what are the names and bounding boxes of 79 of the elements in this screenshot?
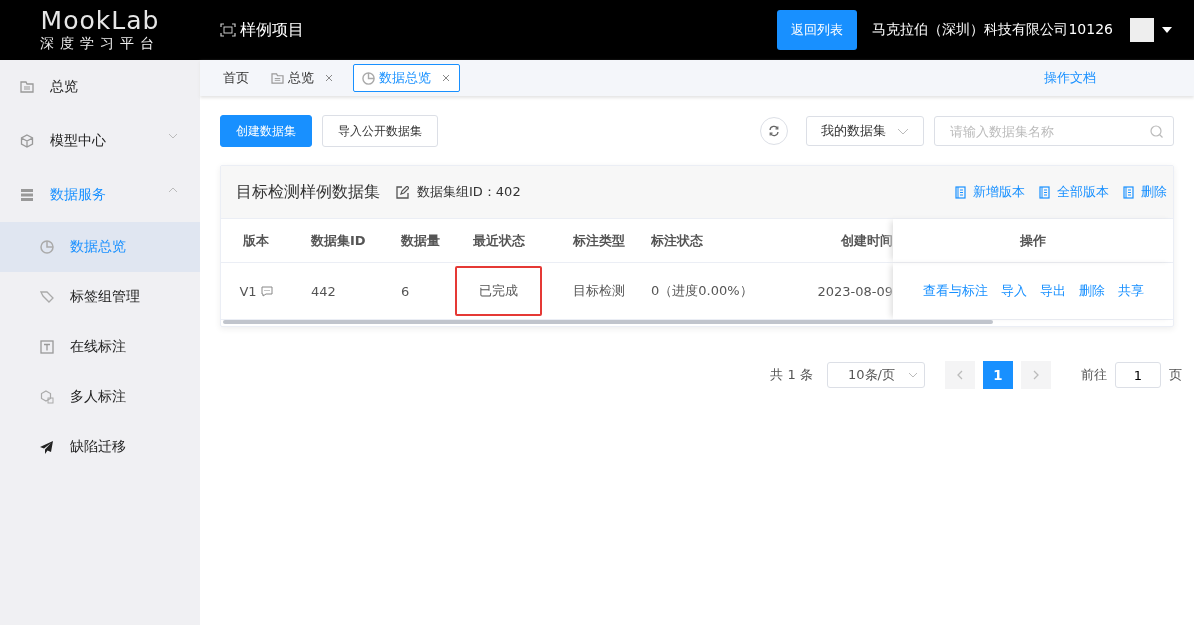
caret-icon[interactable] [1162,27,1172,33]
menu-item[interactable]: 数据服务 [0,168,200,222]
folder-icon [20,81,34,93]
import-dataset-button[interactable]: 导入公开数据集 [322,115,438,147]
table-cell: V1 [239,283,257,299]
pie-chart-icon [40,240,54,254]
project-title: 样例项目 [240,19,304,41]
page-tab[interactable]: 首页 [222,64,258,92]
page-number-button[interactable]: 1 [983,361,1013,389]
close-icon[interactable] [326,75,332,81]
text-box-icon [40,340,54,354]
document-icon [1123,185,1134,199]
column-header: 标注类型 [571,231,626,250]
table-cell: 目标检测 [572,282,625,300]
header-action-link[interactable]: 新增版本 [955,183,1025,201]
row-action-link[interactable]: 查看与标注 [922,282,988,300]
chevron-down-icon [897,127,909,135]
column-header: 数据集ID [310,231,367,250]
refresh-icon [768,125,780,137]
menu-item[interactable]: 总览 [0,60,200,114]
paper-plane-icon [40,440,54,454]
goto-page-field[interactable]: 1 [1115,362,1161,388]
menu-item[interactable]: 模型中心 [0,114,200,168]
header-action-link[interactable]: 删除 [1123,183,1167,201]
row-action-link[interactable]: 导出 [1039,282,1066,300]
docs-link[interactable]: 操作文档 [1044,69,1096,87]
edit-icon[interactable] [396,185,409,199]
search-icon [1150,125,1163,138]
submenu-item[interactable]: 数据总览 [0,222,200,272]
column-header: 操作 [893,219,1173,262]
submenu-item[interactable]: 缺陷迁移 [0,422,200,472]
pie-chart-icon [362,71,375,85]
logo-text: MookLab [40,7,160,35]
submenu-item[interactable]: 多人标注 [0,372,200,422]
page-suffix: 页 [1169,366,1182,384]
table-cell: 2023-08-09 [817,283,893,299]
scrollbar-thumb[interactable] [223,320,993,324]
page-tab[interactable]: 总览 [270,64,341,92]
close-icon[interactable] [443,75,449,81]
column-header: 创建时间 [840,231,893,250]
table-cell: 0（进度0.00%） [651,282,753,300]
column-header: 版本 [242,231,270,250]
dataset-filter-select[interactable]: 我的数据集 [806,116,924,146]
row-action-link[interactable]: 导入 [1000,282,1027,300]
list-icon [20,188,34,202]
logo-subtitle: 深度学习平台 [40,35,160,53]
dataset-title: 目标检测样例数据集 [236,181,380,203]
column-header: 标注状态 [651,231,704,250]
chevron-down-icon [908,372,918,378]
table-cell: 6 [401,283,410,299]
cube-icon [20,134,34,148]
submenu-item[interactable]: 在线标注 [0,322,200,372]
chevron-right-icon [1033,370,1039,380]
folder-icon [271,72,284,84]
search-field[interactable]: 请输入数据集名称 [934,116,1174,146]
page-tab[interactable]: 数据总览 [353,64,460,92]
row-action-link[interactable]: 删除 [1078,282,1105,300]
column-header: 数据量 [400,231,441,250]
chevron-left-icon [957,370,963,380]
document-icon [955,185,966,199]
ai-chip-icon [220,23,236,37]
header-action-link[interactable]: 全部版本 [1039,183,1109,201]
cubes-icon [40,390,54,404]
page-size-select[interactable]: 10条/页 [827,362,925,388]
total-count: 共 1 条 [770,366,813,384]
refresh-button[interactable] [760,117,788,145]
goto-label: 前往 [1081,366,1107,384]
submenu-item[interactable]: 标签组管理 [0,272,200,322]
row-action-link[interactable]: 共享 [1117,282,1144,300]
tag-icon [40,291,54,303]
back-to-list-button[interactable]: 返回列表 [777,10,858,50]
create-dataset-button[interactable]: 创建数据集 [220,115,312,147]
dataset-group-id: 数据集组ID：402 [417,183,521,201]
column-header: 最近状态 [471,231,526,250]
table-cell: 已完成 [455,266,542,316]
comment-icon[interactable] [260,285,273,297]
table-cell: 442 [311,283,336,299]
document-icon [1039,185,1050,199]
company-name: 马克拉伯（深圳）科技有限公司10126 [872,21,1113,39]
